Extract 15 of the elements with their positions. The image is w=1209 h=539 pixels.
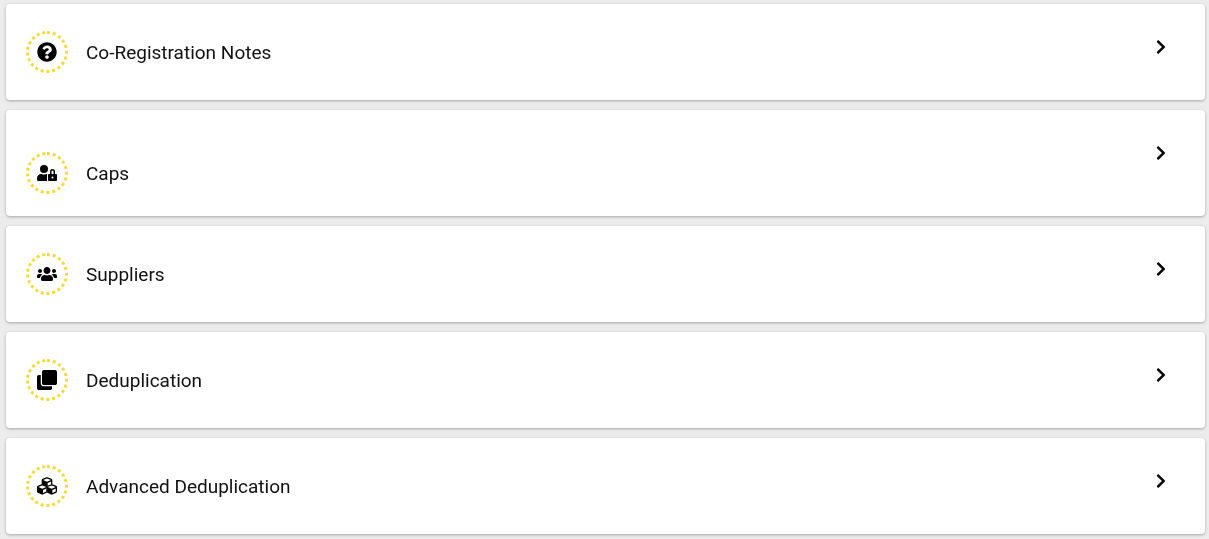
question-badge-icon	[26, 31, 68, 73]
people-badge-icon	[26, 253, 68, 295]
card-title: Advanced Deduplication	[86, 474, 291, 498]
stacked-squares-badge-icon	[26, 359, 68, 401]
list-card[interactable]: Advanced Deduplication	[6, 438, 1205, 534]
card-title: Caps	[86, 161, 130, 185]
list-card[interactable]: Deduplication	[6, 332, 1205, 428]
card-title: Co-Registration Notes	[86, 40, 272, 64]
card-title: Deduplication	[86, 368, 203, 392]
cubes-badge-icon	[26, 465, 68, 507]
user-lock-badge-icon	[26, 152, 68, 194]
list-card[interactable]: Suppliers	[6, 226, 1205, 322]
list-card[interactable]: Co-Registration Notes	[6, 4, 1205, 100]
list-card[interactable]: Caps	[6, 110, 1205, 216]
card-title: Suppliers	[86, 262, 165, 286]
